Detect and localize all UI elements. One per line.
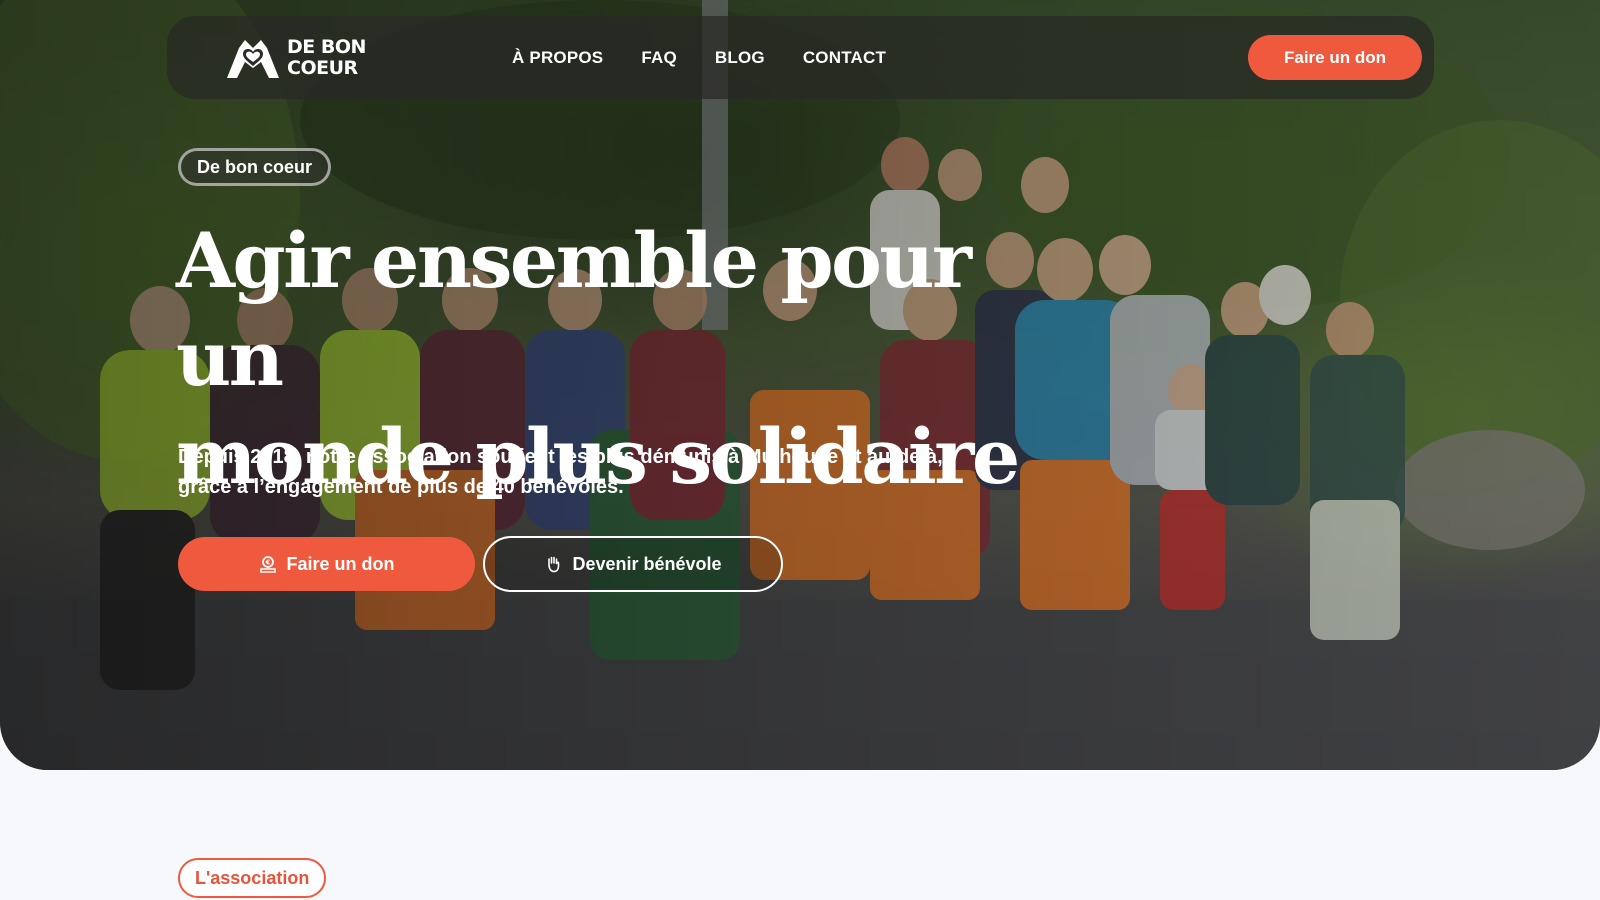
hero-volunteer-button[interactable]: Devenir bénévole [483, 536, 783, 592]
hero-tag: De bon coeur [178, 148, 332, 186]
hero-subtitle-line1: Depuis 2018, notre association soutient … [178, 446, 943, 468]
hero-title-line1: Agir ensemble pour un [176, 216, 972, 403]
nav-link-faq[interactable]: FAQ [641, 48, 677, 68]
svg-text:€: € [264, 559, 270, 567]
donation-icon: € [259, 556, 276, 573]
nav-donate-button[interactable]: Faire un don [1248, 35, 1422, 80]
brand-name: DE BON COEUR [287, 37, 366, 79]
hero-subtitle-line2: grâce à l’engagement de plus de 40 bénév… [178, 476, 624, 498]
heart-hands-icon [227, 40, 279, 78]
nav-link-a-propos[interactable]: À PROPOS [512, 48, 603, 68]
top-navbar: DE BON COEUR À PROPOS FAQ BLOG CONTACT F… [167, 16, 1434, 99]
hero-subtitle: Depuis 2018, notre association soutient … [178, 442, 1038, 502]
brand-name-line2: COEUR [287, 57, 358, 79]
brand-name-line1: DE BON [287, 36, 366, 58]
hero-donate-button[interactable]: € Faire un don [178, 537, 475, 591]
nav-link-contact[interactable]: CONTACT [803, 48, 886, 68]
raised-hand-icon [548, 556, 560, 573]
nav-link-blog[interactable]: BLOG [715, 48, 765, 68]
association-section-tag: L'association [178, 858, 327, 898]
hero-volunteer-button-label: Devenir bénévole [572, 553, 722, 574]
nav-links: À PROPOS FAQ BLOG CONTACT [512, 16, 886, 99]
brand-logo[interactable]: DE BON COEUR [223, 34, 366, 82]
hero-donate-button-label: Faire un don [286, 553, 395, 574]
hero-section: DE BON COEUR À PROPOS FAQ BLOG CONTACT F… [0, 0, 1600, 770]
